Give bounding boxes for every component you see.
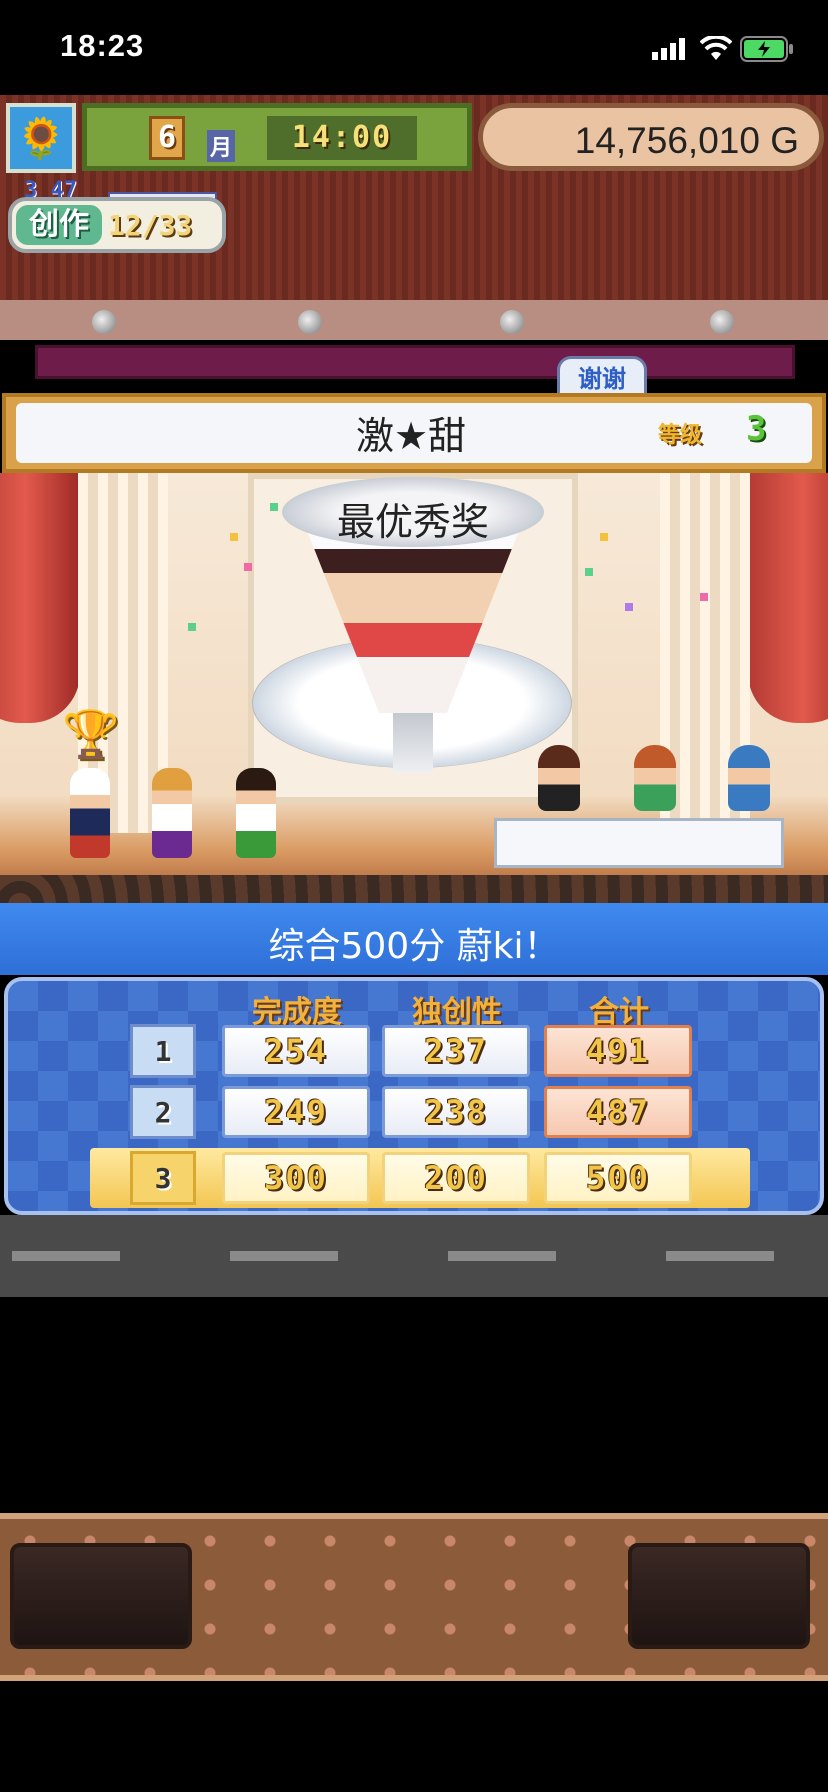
score-completion: 249 — [222, 1086, 370, 1138]
rank-3: 3 — [130, 1151, 196, 1205]
rival-chef — [236, 768, 276, 858]
month-value: 6 — [149, 116, 185, 160]
grade-value: 3 — [746, 409, 767, 449]
judges-table — [494, 818, 784, 868]
rival-chef — [152, 768, 192, 858]
dish-title-banner: 激★甜 等级 3 — [2, 393, 826, 473]
judge — [728, 745, 770, 811]
money-value: 14,756,010 G — [574, 120, 799, 161]
clock-value: 14:00 — [267, 116, 417, 160]
curtain-rail — [35, 345, 795, 379]
road-line — [12, 1251, 120, 1261]
score-total: 500 — [544, 1152, 692, 1204]
month-label: 月 — [207, 130, 236, 162]
status-bar: 18:23 — [0, 0, 828, 95]
confetti — [625, 603, 633, 611]
parfait-stem — [393, 713, 433, 773]
score-total: 491 — [544, 1025, 692, 1077]
create-badge[interactable]: 创作 12/33 — [8, 197, 226, 253]
player-chef — [70, 768, 110, 858]
right-slot[interactable] — [628, 1543, 810, 1649]
rank-2: 2 — [130, 1085, 196, 1139]
ceiling-lamp — [92, 310, 116, 334]
battery-icon — [740, 36, 793, 62]
ceiling-lamp — [298, 310, 322, 334]
confetti — [230, 533, 238, 541]
money-panel: 14,756,010 G — [478, 103, 824, 171]
stage-curtain-right — [748, 473, 828, 723]
confetti — [244, 563, 252, 571]
signal-icon — [652, 38, 685, 60]
bottom-panel — [0, 1513, 828, 1681]
create-label: 创作 — [16, 205, 102, 245]
audience — [0, 875, 828, 903]
road-line — [230, 1251, 338, 1261]
left-slot[interactable] — [10, 1543, 192, 1649]
score-originality: 237 — [382, 1025, 530, 1077]
ceiling-lamp — [710, 310, 734, 334]
confetti — [600, 533, 608, 541]
sunflower-icon[interactable]: 🌻 — [6, 103, 76, 173]
score-completion: 254 — [222, 1025, 370, 1077]
award-title: 最优秀奖 — [336, 500, 489, 544]
status-time: 18:23 — [60, 28, 145, 63]
wifi-icon — [700, 36, 732, 60]
result-banner: 综合500分 蔚ki！ — [0, 903, 828, 975]
stage-curtain-left — [0, 473, 80, 723]
confetti — [270, 503, 278, 511]
road-strip — [0, 1215, 828, 1297]
ceiling-lamp — [500, 310, 524, 334]
confetti — [188, 623, 196, 631]
grade-label: 等级 — [658, 423, 703, 448]
road-line — [448, 1251, 556, 1261]
confetti — [700, 593, 708, 601]
road-line — [666, 1251, 774, 1261]
award-stage: 最优秀奖 🏆 — [0, 473, 828, 903]
score-panel: 完成度 独创性 合计 1 254 237 491 2 249 238 487 3… — [4, 977, 824, 1215]
hud-band — [0, 300, 828, 340]
date-panel: 6 月 14:00 — [82, 103, 472, 171]
judge — [538, 745, 580, 811]
score-originality: 200 — [382, 1152, 530, 1204]
create-count: 12/33 — [108, 209, 193, 242]
trophy-icon: 🏆 — [62, 706, 120, 761]
score-total: 487 — [544, 1086, 692, 1138]
score-originality: 238 — [382, 1086, 530, 1138]
confetti — [585, 568, 593, 576]
judge — [634, 745, 676, 811]
result-message: 综合500分 蔚ki！ — [268, 926, 560, 967]
rank-1: 1 — [130, 1024, 196, 1078]
score-completion: 300 — [222, 1152, 370, 1204]
